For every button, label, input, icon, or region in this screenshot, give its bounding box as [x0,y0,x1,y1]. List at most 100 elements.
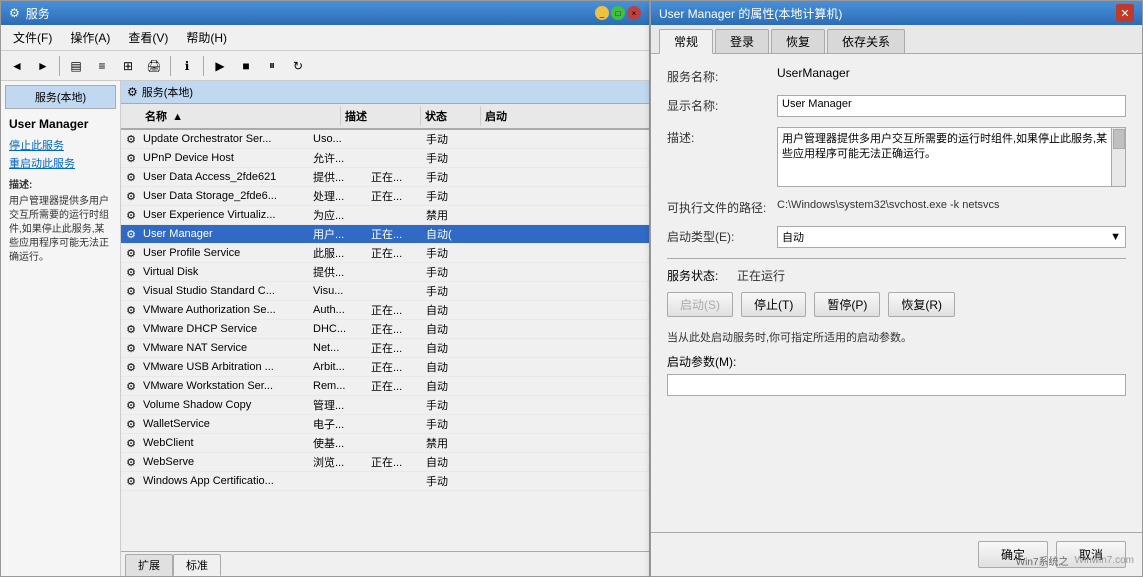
table-row[interactable]: ⚙WebServe浏览...正在...自动 [121,453,649,472]
view-list-button[interactable]: ≡ [90,55,114,77]
menu-action[interactable]: 操作(A) [62,27,118,48]
row-status [369,214,424,216]
services-table[interactable]: 名称 ▲ 描述 状态 启动 ⚙Update Orchestrator Ser..… [121,104,649,551]
table-row[interactable]: ⚙WebClient使基...禁用 [121,434,649,453]
restart-service-link[interactable]: 重启动此服务 [9,155,112,171]
restart-service-toolbar-button[interactable]: ↻ [286,55,310,77]
table-row[interactable]: ⚙VMware Authorization Se...Auth...正在...自… [121,301,649,320]
tab-recovery[interactable]: 恢复 [771,29,825,53]
row-name: User Data Storage_2fde6... [141,189,311,203]
row-desc: 提供... [311,168,369,186]
table-row[interactable]: ⚙User Data Storage_2fde6...处理...正在...手动 [121,187,649,206]
row-desc: DHC... [311,322,369,336]
toolbar: ◄ ► ▤ ≡ ⊞ 🖨 ℹ ▶ ■ ⏸ ↻ [1,51,649,81]
stop-service-toolbar-button[interactable]: ■ [234,55,258,77]
row-desc: 为应... [311,206,369,224]
table-row[interactable]: ⚙Virtual Disk提供...手动 [121,263,649,282]
row-startup: 手动 [424,149,484,167]
resume-button[interactable]: 恢复(R) [888,292,955,317]
row-desc: Rem... [311,379,369,393]
table-row[interactable]: ⚙VMware USB Arbitration ...Arbit...正在...… [121,358,649,377]
services-title-icon: ⚙ [9,6,20,20]
table-row[interactable]: ⚙VMware DHCP ServiceDHC...正在...自动 [121,320,649,339]
pause-button[interactable]: 暂停(P) [814,292,880,317]
col-header-desc[interactable]: 描述 [341,106,421,126]
tab-general[interactable]: 常规 [659,29,713,54]
scrollbar-thumb [1113,129,1125,149]
main-panel-header: ⚙ 服务(本地) [121,81,649,104]
selected-service-name: User Manager [9,117,112,131]
properties-button[interactable]: ℹ [175,55,199,77]
table-row[interactable]: ⚙UPnP Device Host允许...手动 [121,149,649,168]
row-name: Virtual Disk [141,265,311,279]
dialog-title-bar: User Manager 的属性(本地计算机) ✕ [651,1,1142,25]
desc-scrollbar[interactable] [1111,128,1125,186]
service-icon: ⚙ [121,228,141,241]
service-icon: ⚙ [121,171,141,184]
path-value: C:\Windows\system32\svchost.exe -k netsv… [777,197,1126,211]
table-header: 名称 ▲ 描述 状态 启动 [121,104,649,130]
menu-help[interactable]: 帮助(H) [178,27,235,48]
table-row[interactable]: ⚙Volume Shadow Copy管理...手动 [121,396,649,415]
table-row[interactable]: ⚙Update Orchestrator Ser...Uso...手动 [121,130,649,149]
row-startup: 自动 [424,339,484,357]
minimize-button[interactable]: _ [595,6,609,20]
pause-service-toolbar-button[interactable]: ⏸ [260,55,284,77]
col-header-status[interactable]: 状态 [421,106,481,126]
service-name-value: UserManager [777,66,1126,80]
menu-view[interactable]: 查看(V) [120,27,176,48]
row-name: VMware Workstation Ser... [141,379,311,393]
row-name: User Experience Virtualiz... [141,208,311,222]
table-row[interactable]: ⚙User Experience Virtualiz...为应...禁用 [121,206,649,225]
row-status: 正在... [369,377,424,395]
startup-type-select[interactable]: 自动 ▼ [777,226,1126,248]
desc-text: 用户管理器提供多用户交互所需要的运行时组件,如果停止此服务,某些应用程序可能无法… [782,133,1107,160]
table-row[interactable]: ⚙User Profile Service此服...正在...手动 [121,244,649,263]
start-service-toolbar-button[interactable]: ▶ [208,55,232,77]
menu-file[interactable]: 文件(F) [5,27,60,48]
table-row[interactable]: ⚙Windows App Certificatio...手动 [121,472,649,491]
service-icon: ⚙ [121,190,141,203]
start-button[interactable]: 启动(S) [667,292,733,317]
stop-button[interactable]: 停止(T) [741,292,806,317]
back-button[interactable]: ◄ [5,55,29,77]
startup-params-input[interactable] [667,374,1126,396]
tab-dependencies[interactable]: 依存关系 [827,29,905,53]
row-desc: 管理... [311,396,369,414]
tab-logon[interactable]: 登录 [715,29,769,53]
table-row[interactable]: ⚙VMware Workstation Ser...Rem...正在...自动 [121,377,649,396]
service-icon: ⚙ [121,133,141,146]
display-name-input[interactable]: User Manager [777,95,1126,117]
service-icon: ⚙ [121,323,141,336]
stop-service-link[interactable]: 停止此服务 [9,137,112,153]
tab-standard[interactable]: 标准 [173,554,221,576]
row-startup: 手动 [424,472,484,490]
row-name: UPnP Device Host [141,151,311,165]
table-row[interactable]: ⚙VMware NAT ServiceNet...正在...自动 [121,339,649,358]
table-row[interactable]: ⚙Visual Studio Standard C...Visu...手动 [121,282,649,301]
row-name: WebServe [141,455,311,469]
table-row[interactable]: ⚙User Manager用户...正在...自动( [121,225,649,244]
gear-icon: ⚙ [127,85,138,99]
dialog-close-button[interactable]: ✕ [1116,4,1134,22]
tab-expand[interactable]: 扩展 [125,554,173,576]
service-detail: User Manager 停止此服务 重启动此服务 描述: 用户管理器提供多用户… [5,113,116,269]
close-button[interactable]: × [627,6,641,20]
row-name: Windows App Certificatio... [141,474,311,488]
col-header-startup[interactable]: 启动 [481,106,541,126]
row-status [369,480,424,482]
maximize-button[interactable]: □ [611,6,625,20]
print-button[interactable]: 🖨 [142,55,166,77]
forward-button[interactable]: ► [31,55,55,77]
row-name: User Manager [141,227,311,241]
view-detail-button[interactable]: ⊞ [116,55,140,77]
display-name-box[interactable]: User Manager [777,95,1126,117]
table-row[interactable]: ⚙User Data Access_2fde621提供...正在...手动 [121,168,649,187]
row-name: Volume Shadow Copy [141,398,311,412]
col-header-name[interactable]: 名称 ▲ [141,106,341,126]
row-status: 正在... [369,301,424,319]
row-status: 正在... [369,244,424,262]
table-row[interactable]: ⚙WalletService电子...手动 [121,415,649,434]
show-hide-tree-button[interactable]: ▤ [64,55,88,77]
properties-dialog: User Manager 的属性(本地计算机) ✕ 常规 登录 恢复 依存关系 … [650,0,1143,577]
